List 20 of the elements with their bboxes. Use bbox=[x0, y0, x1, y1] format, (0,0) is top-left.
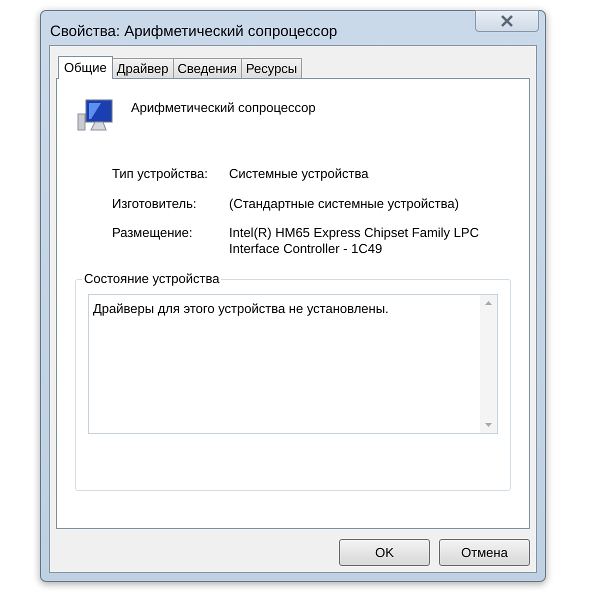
property-value: (Стандартные системные устройства) bbox=[229, 196, 460, 213]
dialog-button[interactable]: Отмена bbox=[439, 539, 530, 566]
property-label: Размещение: bbox=[112, 224, 194, 242]
close-icon bbox=[500, 15, 514, 27]
property-label: Тип устройства: bbox=[112, 165, 209, 183]
close-button[interactable] bbox=[475, 10, 539, 32]
dialog-button[interactable]: OK bbox=[339, 539, 430, 566]
scroll-down-icon bbox=[485, 423, 492, 427]
property-value: Системные устройства bbox=[229, 166, 370, 183]
tab[interactable]: Сведения bbox=[174, 58, 242, 78]
device-name: Арифметический сопроцессор bbox=[131, 99, 316, 117]
status-text: Драйверы для этого устройства не установлены. bbox=[92, 300, 390, 318]
tab[interactable]: Ресурсы bbox=[242, 58, 302, 78]
scroll-up-icon bbox=[485, 301, 492, 305]
tab[interactable]: Драйвер bbox=[112, 58, 174, 78]
property-label: Изготовитель: bbox=[112, 194, 198, 212]
window-title: Свойства: Арифметический сопроцессор bbox=[50, 22, 338, 42]
group-title: Состояние устройства bbox=[82, 271, 222, 287]
tab[interactable]: Общие bbox=[58, 56, 113, 79]
property-value: Intel(R) HM65 Express Chipset Family LPC Interface Controller - 1C49 bbox=[229, 225, 480, 257]
